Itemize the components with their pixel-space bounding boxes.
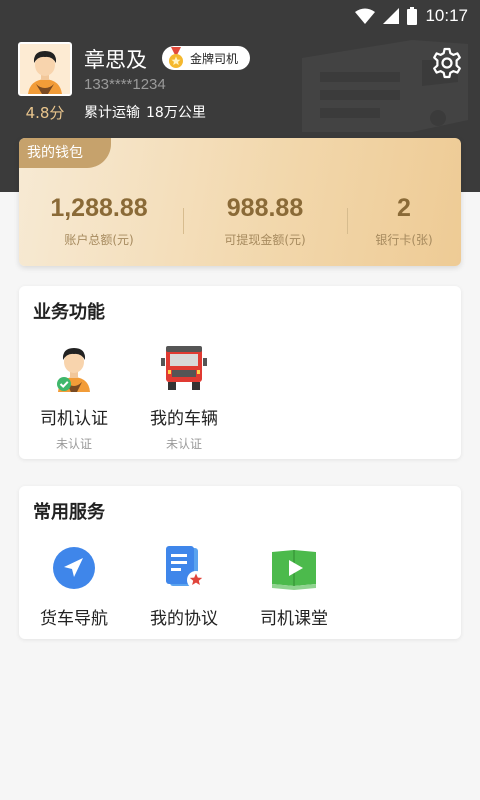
tile-label: 我的车辆 xyxy=(150,409,218,429)
wallet-card[interactable]: 我的钱包 1,288.88 账户总额(元) 988.88 可提现金额(元) 2 … xyxy=(19,138,461,266)
avatar[interactable] xyxy=(18,42,72,96)
status-bar: 10:17 xyxy=(0,0,480,32)
common-services-card: 常用服务 货车导航 我的协议 司机课堂 xyxy=(19,486,461,639)
driver-verification-tile[interactable]: 司机认证 未认证 xyxy=(19,344,129,452)
wallet-label: 可提现金额(元) xyxy=(224,233,306,247)
driver-classroom-tile[interactable]: 司机课堂 xyxy=(239,544,349,629)
navigation-icon xyxy=(53,547,95,589)
tile-status: 未认证 xyxy=(55,437,92,451)
wallet-label: 账户总额(元) xyxy=(64,233,134,247)
business-functions-card: 业务功能 司机认证 未认证 我的车辆 未认证 xyxy=(19,286,461,459)
mileage-value: 18万公里 xyxy=(146,105,206,121)
my-agreement-tile[interactable]: 我的协议 xyxy=(129,544,239,629)
driver-verified-icon xyxy=(57,348,90,392)
phone-number: 133****1234 xyxy=(84,76,166,93)
tile-label: 司机认证 xyxy=(40,409,108,429)
settings-gear-icon[interactable] xyxy=(430,46,464,80)
wallet-value: 2 xyxy=(397,194,411,222)
driver-name: 章思及 xyxy=(84,48,147,72)
classroom-icon xyxy=(272,550,316,590)
truck-icon xyxy=(161,346,207,390)
tile-label: 司机课堂 xyxy=(260,609,328,629)
total-mileage: 累计运输 18万公里 xyxy=(84,102,206,122)
section-title: 常用服务 xyxy=(33,502,105,523)
signal-icon xyxy=(383,8,400,24)
truck-navigation-tile[interactable]: 货车导航 xyxy=(19,544,129,629)
tile-status: 未认证 xyxy=(165,437,202,451)
tile-label: 我的协议 xyxy=(150,609,218,629)
status-time: 10:17 xyxy=(425,6,468,25)
wallet-bank-cards[interactable]: 2 银行卡(张) xyxy=(347,194,461,248)
badge-label: 金牌司机 xyxy=(190,51,239,66)
wallet-value: 988.88 xyxy=(226,194,304,222)
agreement-icon xyxy=(166,546,205,589)
my-vehicle-tile[interactable]: 我的车辆 未认证 xyxy=(129,344,239,452)
wallet-tag: 我的钱包 xyxy=(19,138,111,168)
gold-driver-badge: 金牌司机 xyxy=(162,46,250,70)
wallet-label: 银行卡(张) xyxy=(375,233,433,247)
wallet-withdrawable[interactable]: 988.88 可提现金额(元) xyxy=(183,194,347,248)
driver-rating: 4.8分 xyxy=(25,104,65,122)
battery-icon xyxy=(407,7,418,25)
tile-label: 货车导航 xyxy=(40,609,108,629)
mileage-label: 累计运输 xyxy=(84,105,140,121)
wallet-total-balance[interactable]: 1,288.88 账户总额(元) xyxy=(19,194,179,248)
section-title: 业务功能 xyxy=(33,302,105,323)
wifi-icon xyxy=(355,8,376,24)
medal-icon xyxy=(169,47,183,68)
truck-watermark-icon xyxy=(302,40,468,132)
wallet-value: 1,288.88 xyxy=(50,194,148,222)
